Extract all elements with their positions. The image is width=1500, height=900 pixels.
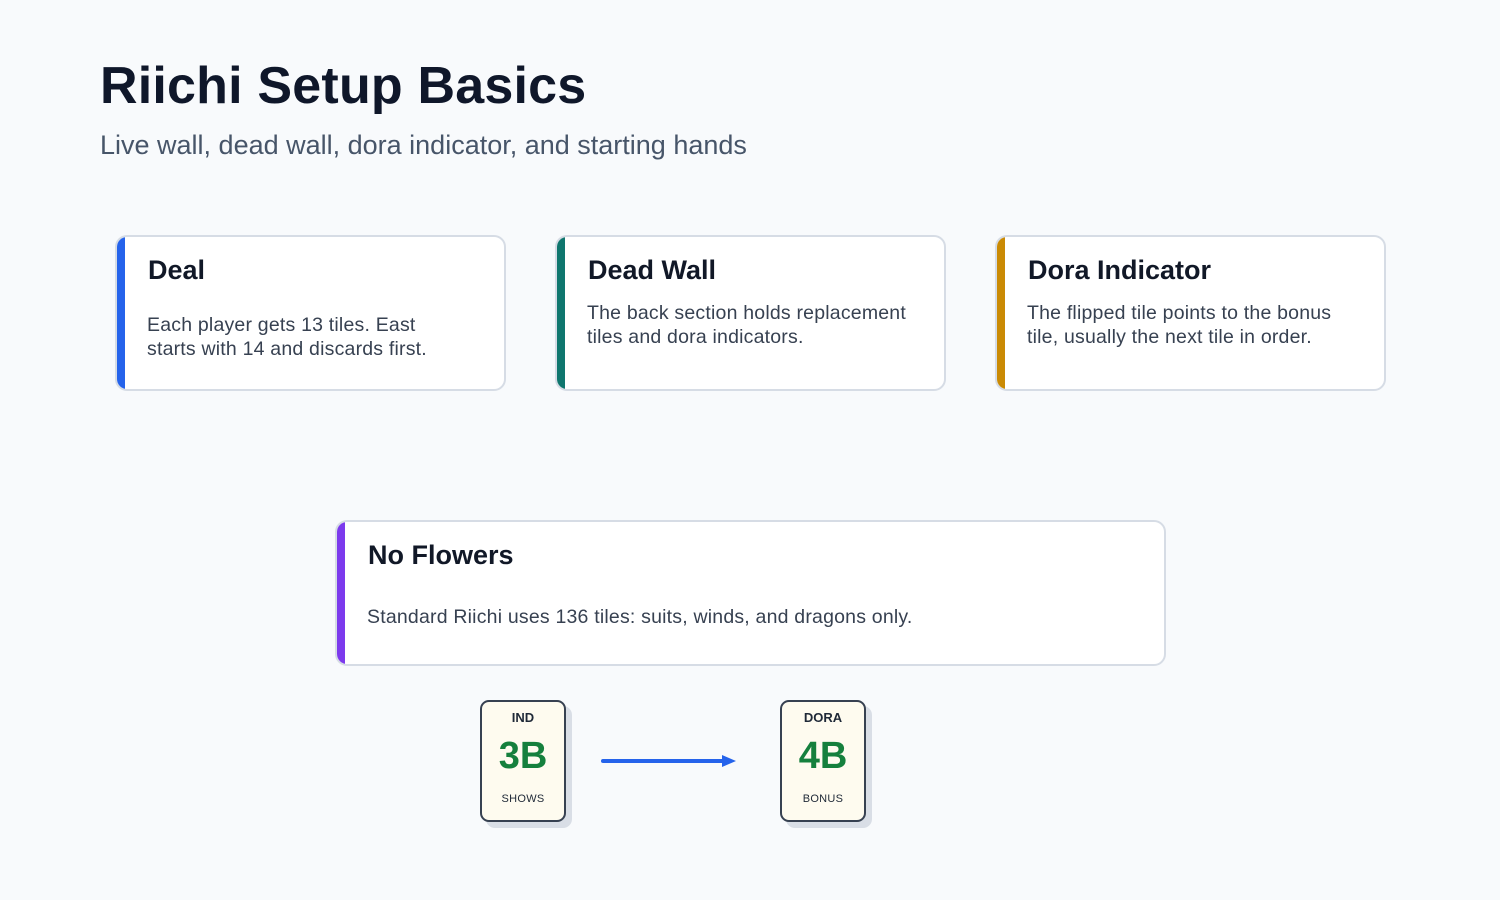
card-title: No Flowers bbox=[368, 540, 514, 570]
card-title: Deal bbox=[148, 255, 206, 285]
card-dead-wall: Dead Wall The back section holds replace… bbox=[555, 235, 946, 391]
dora-tile: DORA 4B BONUS bbox=[780, 700, 866, 822]
tile-face: 3B bbox=[498, 735, 548, 777]
card-body: The flipped tile points to the bonus til… bbox=[1027, 302, 1332, 348]
card-body: Standard Riichi uses 136 tiles: suits, w… bbox=[367, 606, 913, 628]
card-accent-bar bbox=[117, 237, 125, 389]
page-subtitle: Live wall, dead wall, dora indicator, an… bbox=[100, 130, 747, 160]
card-title: Dora Indicator bbox=[1028, 255, 1212, 285]
card-title: Dead Wall bbox=[588, 255, 717, 285]
card-body: Each player gets 13 tiles. East starts w… bbox=[147, 314, 427, 360]
card-dora-indicator: Dora Indicator The flipped tile points t… bbox=[995, 235, 1386, 391]
tile-face: 4B bbox=[798, 735, 848, 777]
indicator-tile: IND 3B SHOWS bbox=[480, 700, 566, 822]
tile-bottom-label: BONUS bbox=[802, 793, 844, 805]
card-deal: Deal Each player gets 13 tiles. East sta… bbox=[115, 235, 506, 391]
card-accent-bar bbox=[557, 237, 565, 389]
tile-top-label: DORA bbox=[803, 710, 843, 725]
arrow-right-icon bbox=[601, 755, 736, 767]
card-accent-bar bbox=[337, 522, 345, 664]
tile-bottom-label: SHOWS bbox=[501, 793, 545, 805]
card-accent-bar bbox=[997, 237, 1005, 389]
card-no-flowers: No Flowers Standard Riichi uses 136 tile… bbox=[335, 520, 1166, 666]
tile-top-label: IND bbox=[511, 710, 535, 725]
page-title: Riichi Setup Basics bbox=[100, 57, 587, 115]
card-body: The back section holds replacement tiles… bbox=[587, 302, 906, 348]
